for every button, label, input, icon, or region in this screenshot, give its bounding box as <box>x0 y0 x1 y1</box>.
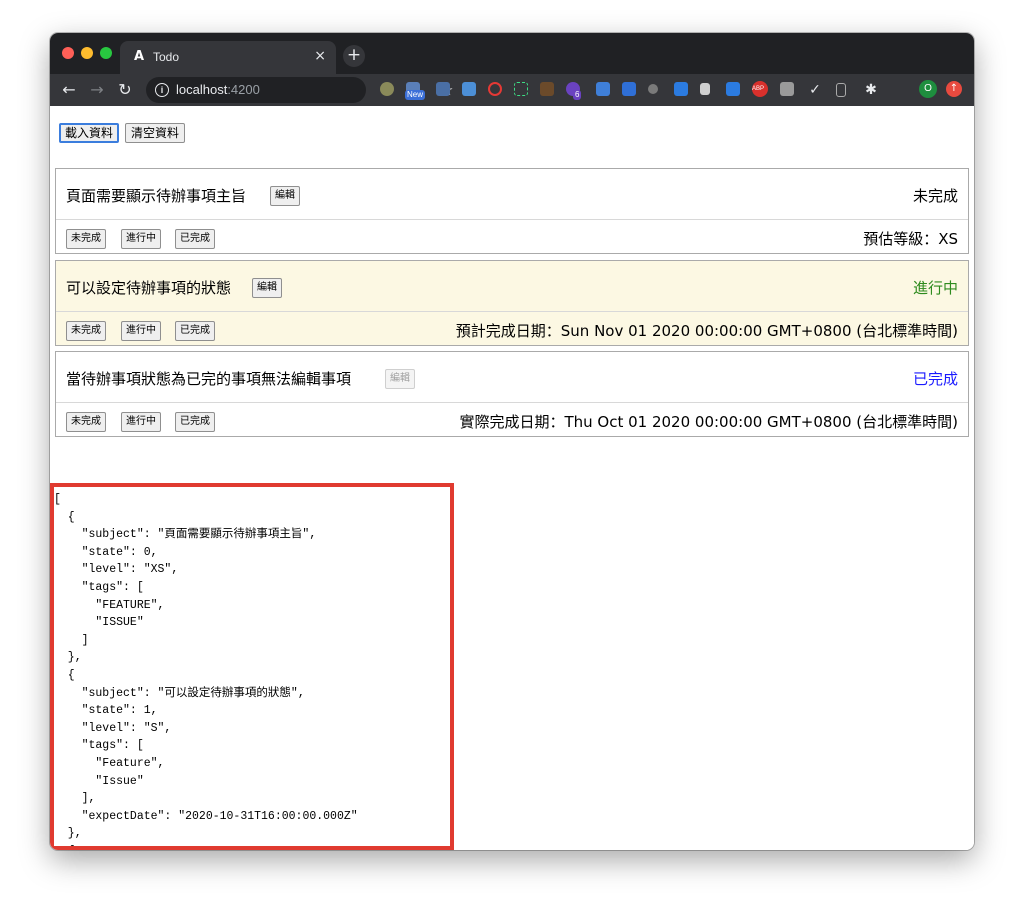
state-button-todo[interactable]: 未完成 <box>66 321 106 341</box>
profile-avatar[interactable]: O <box>919 80 937 98</box>
todo-item: 當待辦事項狀態為已完的事項無法編輯事項 編輯 已完成 未完成 進行中 已完成 實… <box>55 351 969 437</box>
edit-button[interactable]: 編輯 <box>385 369 415 389</box>
extension-check-icon[interactable]: ✓ <box>804 79 826 101</box>
extension-board-icon[interactable] <box>700 83 710 95</box>
browser-window: A Todo × + ← → ↻ i localhost:4200 ☆ New … <box>50 33 974 850</box>
maximize-window-button[interactable] <box>100 47 112 59</box>
extension-dot-icon[interactable] <box>648 84 658 94</box>
info-icon[interactable]: i <box>155 83 169 97</box>
page-content: 載入資料 清空資料 頁面需要顯示待辦事項主旨 編輯 未完成 未完成 進行中 已完… <box>50 106 974 850</box>
close-window-button[interactable] <box>62 47 74 59</box>
extension-abp-icon[interactable]: ABP <box>752 81 768 97</box>
reload-icon[interactable]: ↻ <box>114 79 136 101</box>
update-icon[interactable]: ↑ <box>946 81 962 97</box>
todo-item: 頁面需要顯示待辦事項主旨 編輯 未完成 未完成 進行中 已完成 預估等級：XS <box>55 168 969 254</box>
extension-window-icon[interactable] <box>622 82 636 96</box>
state-button-doing[interactable]: 進行中 <box>121 412 161 432</box>
extension-trello-icon[interactable] <box>674 82 688 96</box>
card-divider <box>56 311 968 312</box>
url-host: localhost <box>176 82 228 97</box>
state-button-doing[interactable]: 進行中 <box>121 321 161 341</box>
state-button-todo[interactable]: 未完成 <box>66 412 106 432</box>
extension-pages-icon[interactable] <box>596 82 610 96</box>
todo-subject: 頁面需要顯示待辦事項主旨 <box>66 187 247 205</box>
todo-info: 預計完成日期：Sun Nov 01 2020 00:00:00 GMT+0800… <box>455 322 958 340</box>
count-badge: 6 <box>573 90 582 100</box>
edit-button[interactable]: 編輯 <box>252 278 282 298</box>
close-tab-icon[interactable]: × <box>314 48 326 64</box>
todo-info: 實際完成日期：Thu Oct 01 2020 00:00:00 GMT+0800… <box>459 413 958 431</box>
angular-icon: A <box>133 49 145 64</box>
todo-state-label: 進行中 <box>912 279 958 297</box>
abp-label: ABP <box>752 86 765 92</box>
title-bar: A Todo × + <box>50 33 974 74</box>
extension-save-icon[interactable] <box>780 82 794 96</box>
tab-title: Todo <box>153 50 180 64</box>
json-output-panel: [ { "subject": "頁面需要顯示待辦事項主旨", "state": … <box>50 483 454 850</box>
state-button-done[interactable]: 已完成 <box>175 321 215 341</box>
todo-info: 預估等級：XS <box>863 230 958 248</box>
extensions-puzzle-icon[interactable]: ✱ <box>860 79 882 101</box>
edit-button[interactable]: 編輯 <box>270 186 300 206</box>
state-button-doing[interactable]: 進行中 <box>121 229 161 249</box>
state-button-done[interactable]: 已完成 <box>175 412 215 432</box>
new-badge: New <box>405 90 426 100</box>
new-tab-button[interactable]: + <box>343 45 365 67</box>
card-divider <box>56 219 968 220</box>
extension-wizard-icon[interactable]: 6 <box>566 82 582 100</box>
address-bar[interactable]: i localhost:4200 ☆ <box>146 77 453 103</box>
todo-item: 可以設定待辦事項的狀態 編輯 進行中 未完成 進行中 已完成 預計完成日期：Su… <box>55 260 969 346</box>
minimize-window-button[interactable] <box>81 47 93 59</box>
todo-state-label: 已完成 <box>912 370 958 388</box>
extension-card-icon[interactable] <box>462 82 476 96</box>
load-data-button[interactable]: 載入資料 <box>59 123 120 143</box>
browser-tab[interactable]: A Todo × <box>120 41 336 74</box>
extension-new-icon[interactable]: New <box>405 82 426 100</box>
forward-icon[interactable]: → <box>86 79 108 101</box>
extension-block-icon[interactable] <box>488 82 502 96</box>
extension-seal-icon[interactable] <box>436 82 450 96</box>
json-output-text: [ { "subject": "頁面需要顯示待辦事項主旨", "state": … <box>54 493 358 846</box>
extension-owl-icon[interactable] <box>540 82 554 96</box>
back-icon[interactable]: ← <box>58 79 80 101</box>
extension-leaf-icon[interactable] <box>380 82 394 96</box>
browser-toolbar: ← → ↻ i localhost:4200 ☆ New 6 ABP ✓ <box>50 74 974 106</box>
card-divider <box>56 402 968 403</box>
url-port: :4200 <box>227 82 260 97</box>
todo-state-label: 未完成 <box>912 187 958 205</box>
clear-data-button[interactable]: 清空資料 <box>125 123 186 143</box>
todo-subject: 可以設定待辦事項的狀態 <box>66 279 232 297</box>
state-button-todo[interactable]: 未完成 <box>66 229 106 249</box>
extension-kanban-icon[interactable] <box>726 82 740 96</box>
extension-crop-icon[interactable] <box>514 82 528 96</box>
extension-phone-icon[interactable] <box>836 83 846 97</box>
url-text: localhost:4200 <box>176 82 260 97</box>
todo-subject: 當待辦事項狀態為已完的事項無法編輯事項 <box>66 370 352 388</box>
state-button-done[interactable]: 已完成 <box>175 229 215 249</box>
